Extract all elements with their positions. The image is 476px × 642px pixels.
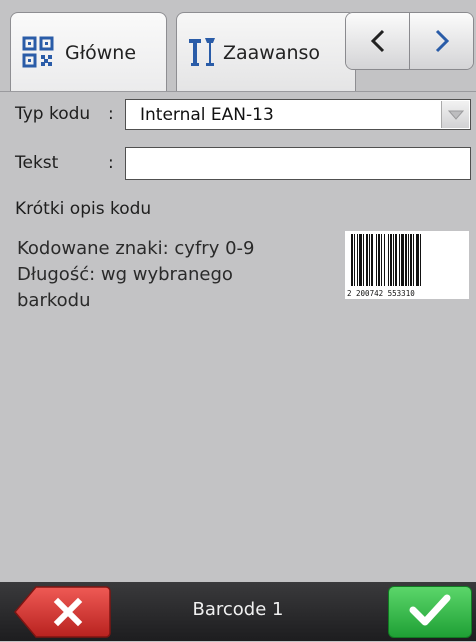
- barcode-bar: [369, 234, 370, 286]
- barcode-bar: [393, 234, 394, 286]
- barcode-bar: [413, 234, 414, 286]
- confirm-button[interactable]: [388, 586, 472, 638]
- code-type-colon: :: [108, 104, 114, 124]
- barcode-bar: [390, 234, 392, 286]
- tools-icon: [187, 35, 219, 73]
- text-input[interactable]: [125, 147, 471, 180]
- barcode-digits: 2 200742 553310: [347, 289, 415, 298]
- barcode-bar: [354, 234, 355, 286]
- text-colon: :: [108, 153, 114, 173]
- tab-main[interactable]: Główne: [10, 12, 167, 92]
- chevron-left-icon: [369, 29, 387, 53]
- barcode-bar: [405, 234, 407, 286]
- description-heading: Krótki opis kodu: [15, 199, 152, 219]
- chevron-down-icon: [441, 101, 469, 128]
- description-text: Kodowane znaki: cyfry 0-9 Długość: wg wy…: [17, 236, 337, 314]
- barcode-bar: [399, 234, 400, 286]
- next-tab-button[interactable]: [409, 13, 473, 69]
- barcode-bar: [420, 234, 421, 286]
- barcode-bar: [363, 234, 364, 286]
- chevron-right-icon: [433, 29, 451, 53]
- barcode-bar: [366, 234, 368, 286]
- barcode-bar: [376, 234, 377, 286]
- description-line-2: Długość: wg wybranego barkodu: [17, 264, 233, 311]
- barcode-bar: [388, 234, 389, 286]
- checkmark-icon: [408, 593, 452, 631]
- tab-advanced[interactable]: Zaawanso: [176, 12, 356, 92]
- barcode-bar: [384, 234, 385, 286]
- tab-advanced-label: Zaawanso: [223, 42, 321, 64]
- barcode-bar: [371, 234, 373, 286]
- barcode-bar: [381, 234, 382, 286]
- barcode-bar: [401, 234, 404, 286]
- prev-tab-button[interactable]: [346, 13, 409, 69]
- barcode-bar: [416, 234, 419, 286]
- barcode-bar: [351, 234, 353, 286]
- bottom-bar: Barcode 1: [0, 582, 476, 641]
- text-label: Tekst: [15, 153, 59, 173]
- code-type-label: Typ kodu: [15, 104, 91, 124]
- tab-strip: Główne Zaawanso: [0, 0, 476, 92]
- tab-navigation: [345, 12, 474, 70]
- barcode-preview: 2 200742 553310: [345, 231, 469, 299]
- code-type-select[interactable]: Internal EAN-13: [125, 99, 471, 130]
- barcode-bar: [357, 234, 358, 286]
- tab-divider: [0, 91, 476, 92]
- barcode-bar: [395, 234, 397, 286]
- barcode-bar: [408, 234, 409, 286]
- barcode-bar: [359, 234, 362, 286]
- barcode-image: 2 200742 553310: [347, 234, 421, 298]
- code-type-value: Internal EAN-13: [140, 105, 274, 125]
- barcode-bar: [378, 234, 380, 286]
- qr-code-icon: [21, 35, 55, 73]
- barcode-bar: [410, 234, 412, 286]
- description-line-1: Kodowane znaki: cyfry 0-9: [17, 238, 255, 259]
- tab-main-label: Główne: [65, 42, 137, 64]
